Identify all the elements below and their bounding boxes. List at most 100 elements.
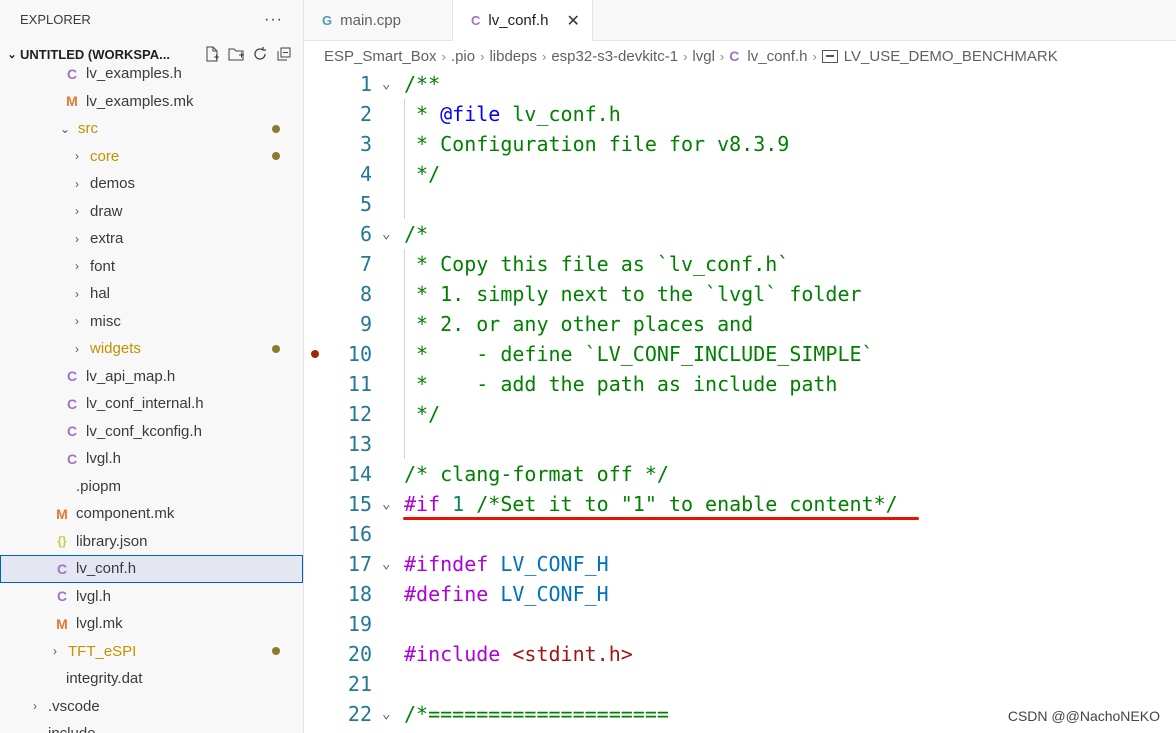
more-actions-icon[interactable]: ···: [264, 11, 283, 29]
code-line[interactable]: 1 ⌄ /**: [304, 69, 1176, 99]
file-item[interactable]: Mlv_examples.mk: [0, 88, 303, 116]
tab-main-cpp[interactable]: Gmain.cpp: [304, 0, 453, 40]
breadcrumb-item[interactable]: .pio: [451, 48, 475, 65]
folder-item[interactable]: › demos: [0, 170, 303, 198]
code-text: /* clang-format off */: [404, 459, 669, 489]
code-line[interactable]: 18 #define LV_CONF_H: [304, 579, 1176, 609]
folder-item[interactable]: › extra: [0, 225, 303, 253]
code-token: /* clang-format off */: [404, 462, 669, 486]
line-number: 17: [347, 552, 372, 576]
fold-chevron-icon[interactable]: ⌄: [382, 699, 390, 729]
code-token: /*====================: [404, 702, 669, 726]
tree-item-label: widgets: [90, 340, 141, 358]
line-number: 14: [347, 462, 372, 486]
makefile-icon: M: [56, 615, 68, 632]
code-line[interactable]: 2 * @file lv_conf.h: [304, 99, 1176, 129]
tree-item-label: component.mk: [76, 505, 175, 523]
file-item[interactable]: Clv_conf_kconfig.h: [0, 418, 303, 446]
folder-item[interactable]: › core: [0, 143, 303, 171]
chevron-right-icon: ›: [683, 48, 688, 64]
tree-item-label: .vscode: [48, 697, 100, 715]
chevron-right-icon: ›: [75, 149, 79, 164]
file-item[interactable]: Mcomponent.mk: [0, 500, 303, 528]
file-item[interactable]: {} library.json: [0, 528, 303, 556]
file-item[interactable]: Clv_conf.h: [0, 555, 303, 583]
code-text: * Copy this file as `lv_conf.h`: [404, 249, 789, 279]
folder-item[interactable]: › draw: [0, 198, 303, 226]
folder-item[interactable]: ⌄ include: [0, 720, 303, 733]
code-text: * Configuration file for v8.3.9: [404, 129, 789, 159]
code-line[interactable]: 17 ⌄ #ifndef LV_CONF_H: [304, 549, 1176, 579]
code-token: *: [404, 102, 441, 126]
tree-item-label: lvgl.h: [76, 587, 112, 605]
tree-item-label: integrity.dat: [66, 670, 143, 688]
code-line[interactable]: 3 * Configuration file for v8.3.9: [304, 129, 1176, 159]
code-line[interactable]: 21: [304, 669, 1176, 699]
code-line[interactable]: 16: [304, 519, 1176, 549]
code-token: /*Set it to "1" to enable content*/: [464, 492, 898, 516]
file-item[interactable]: Mlvgl.mk: [0, 610, 303, 638]
code-line[interactable]: 15 ⌄ #if 1 /*Set it to "1" to enable conte…: [304, 489, 1176, 519]
breakpoint-icon[interactable]: [311, 350, 319, 358]
fold-chevron-icon[interactable]: ⌄: [382, 489, 390, 519]
folder-item[interactable]: ⌄ src: [0, 115, 303, 143]
code-line[interactable]: 14 /* clang-format off */: [304, 459, 1176, 489]
code-line[interactable]: 10 * - define `LV_CONF_INCLUDE_SIMPLE`: [304, 339, 1176, 369]
code-line[interactable]: 6 ⌄ /*: [304, 219, 1176, 249]
breadcrumb-item[interactable]: LV_USE_DEMO_BENCHMARK: [844, 48, 1058, 65]
chevron-right-icon: ›: [75, 341, 79, 356]
chevron-down-icon: ⌄: [7, 48, 17, 61]
code-text: */: [404, 159, 440, 189]
file-item[interactable]: Clvgl.h: [0, 445, 303, 473]
tree-item-label: lvgl.h: [86, 450, 122, 468]
breadcrumb-item[interactable]: lvgl: [692, 48, 715, 65]
code-token: LV_CONF_H: [500, 552, 609, 576]
code-line[interactable]: 7 * Copy this file as `lv_conf.h`: [304, 249, 1176, 279]
file-item[interactable]: Clvgl.h: [0, 583, 303, 611]
code-line[interactable]: 11 * - add the path as include path: [304, 369, 1176, 399]
breadcrumb-item[interactable]: esp32-s3-devkitc-1: [551, 48, 678, 65]
tab-lv_conf-h[interactable]: Clv_conf.h ✕: [453, 0, 593, 41]
code-line[interactable]: 4 */: [304, 159, 1176, 189]
explorer-sidebar: EXPLORER ··· ⌄ UNTITLED (WORKSPA... Clv_…: [0, 0, 304, 733]
code-text: #ifndef LV_CONF_H: [404, 549, 609, 579]
line-number: 13: [347, 432, 372, 456]
line-number: 6: [359, 222, 372, 246]
code-line[interactable]: 5: [304, 189, 1176, 219]
code-editor[interactable]: 1 ⌄/** 2 * @file lv_conf.h 3 * Configuratio…: [304, 69, 1176, 733]
line-number: 12: [347, 402, 372, 426]
code-token: * - define `LV_CONF_INCLUDE_SIMPLE`: [404, 342, 874, 366]
file-item[interactable]: .piopm: [0, 473, 303, 501]
folder-item[interactable]: › hal: [0, 280, 303, 308]
fold-chevron-icon[interactable]: ⌄: [382, 69, 390, 99]
code-line[interactable]: 8 * 1. simply next to the `lvgl` folder: [304, 279, 1176, 309]
code-token: 1: [452, 492, 465, 516]
breadcrumb-item[interactable]: lv_conf.h: [747, 48, 807, 65]
code-token: lv_conf.h: [500, 102, 621, 126]
file-item[interactable]: integrity.dat: [0, 665, 303, 693]
folder-item[interactable]: › TFT_eSPI: [0, 638, 303, 666]
tree-item-label: lv_conf_internal.h: [86, 395, 204, 413]
code-token: <stdint.h>: [512, 642, 633, 666]
code-line[interactable]: 13: [304, 429, 1176, 459]
code-line[interactable]: 9 * 2. or any other places and: [304, 309, 1176, 339]
folder-item[interactable]: › misc: [0, 308, 303, 336]
code-line[interactable]: 20 #include <stdint.h>: [304, 639, 1176, 669]
code-text: * 2. or any other places and: [404, 309, 753, 339]
code-line[interactable]: 12 */: [304, 399, 1176, 429]
tree-item-label: extra: [90, 230, 124, 248]
folder-item[interactable]: › .vscode: [0, 693, 303, 721]
folder-item[interactable]: › font: [0, 253, 303, 281]
close-icon[interactable]: ✕: [566, 11, 579, 31]
breadcrumb-item[interactable]: ESP_Smart_Box: [324, 48, 437, 65]
file-item[interactable]: Clv_examples.h: [0, 60, 303, 88]
file-item[interactable]: Clv_conf_internal.h: [0, 390, 303, 418]
folder-item[interactable]: › widgets: [0, 335, 303, 363]
fold-chevron-icon[interactable]: ⌄: [382, 219, 390, 249]
breadcrumb-item[interactable]: libdeps: [489, 48, 537, 65]
file-item[interactable]: Clv_api_map.h: [0, 363, 303, 391]
c-file-icon: C: [66, 450, 78, 467]
code-line[interactable]: 19: [304, 609, 1176, 639]
fold-chevron-icon[interactable]: ⌄: [382, 549, 390, 579]
line-number: 7: [359, 252, 372, 276]
